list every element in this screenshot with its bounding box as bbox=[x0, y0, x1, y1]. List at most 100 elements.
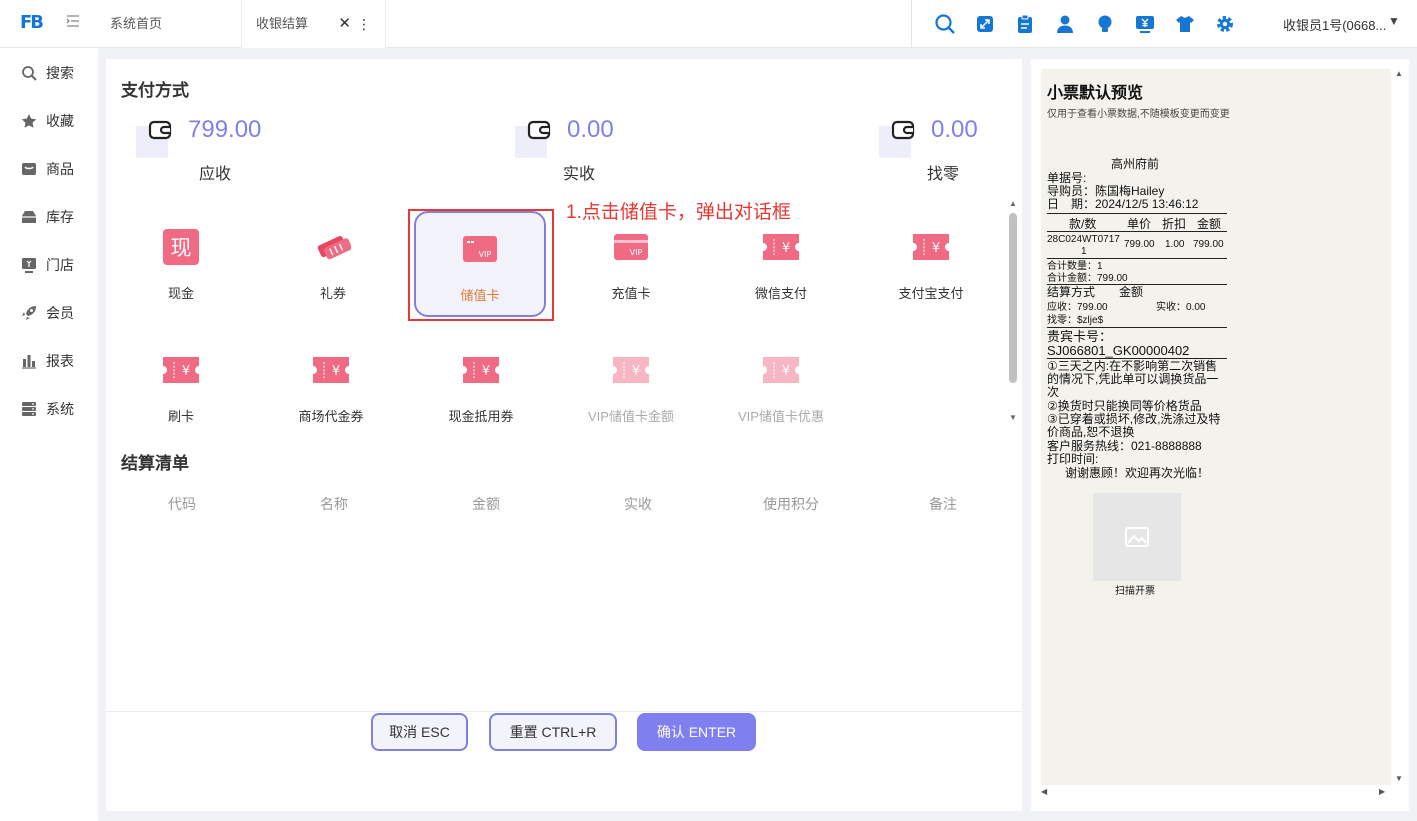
receipt-item-qty: 1 bbox=[1081, 246, 1087, 257]
confirm-button[interactable]: 确认 ENTER bbox=[637, 713, 756, 751]
pay-method-alipay[interactable]: ¥ 支付宝支付 bbox=[865, 211, 997, 317]
annotation-highlight-box bbox=[408, 209, 554, 321]
pay-method-recharge-card[interactable]: VIP 充值卡 bbox=[565, 211, 697, 317]
sidebar-item-goods[interactable]: 商品 bbox=[0, 149, 98, 189]
bulb-icon[interactable] bbox=[1085, 10, 1125, 38]
footer-divider bbox=[106, 711, 1022, 712]
gear-icon[interactable] bbox=[1205, 10, 1245, 38]
receipt-change: 找零：$zlje$ bbox=[1047, 315, 1104, 326]
sidebar-item-favorites[interactable]: 收藏 bbox=[0, 101, 98, 141]
sidebar-item-report[interactable]: 报表 bbox=[0, 341, 98, 381]
coupon-yen-icon: ¥ bbox=[463, 352, 499, 388]
recharge-card-icon-text: VIP bbox=[630, 248, 643, 257]
sidebar-item-search[interactable]: 搜索 bbox=[0, 53, 98, 93]
receipt-date: 日 期：2024/12/5 13:46:12 bbox=[1047, 197, 1199, 211]
sidebar-item-member[interactable]: 会员 bbox=[0, 293, 98, 333]
pay-method-vip-stored-discount[interactable]: ¥ VIP储值卡优惠 bbox=[715, 334, 847, 440]
scroll-left-arrow-icon[interactable]: ◀ bbox=[1041, 787, 1047, 796]
settlement-section-title: 结算清单 bbox=[121, 454, 189, 473]
received-value: 0.00 bbox=[567, 116, 614, 143]
sidebar-item-label: 报表 bbox=[46, 353, 74, 369]
reset-button[interactable]: 重置 CTRL+R bbox=[489, 713, 617, 751]
coupon-yen-icon: ¥ bbox=[763, 352, 799, 388]
pay-method-label: 现金抵用券 bbox=[448, 409, 514, 424]
app-logo[interactable]: FB bbox=[20, 12, 44, 34]
pay-method-mall-voucher[interactable]: ¥ 商场代金券 bbox=[265, 334, 397, 440]
sidebar-item-label: 商品 bbox=[46, 161, 74, 177]
receipt-pay-header: 结算方式 金额 bbox=[1047, 285, 1144, 299]
scroll-up-arrow-icon[interactable]: ▲ bbox=[1395, 69, 1403, 78]
receipt-received: 实收：0.00 bbox=[1156, 302, 1206, 313]
cash-icon-text: 现 bbox=[171, 236, 192, 260]
receipt-subtitle: 仅用于查看小票数据,不随模板变更而变更 bbox=[1047, 109, 1230, 120]
wallet-icon bbox=[891, 118, 915, 142]
receivable-label: 应收 bbox=[198, 166, 231, 183]
pay-method-cash[interactable]: 现 现金 bbox=[115, 211, 247, 317]
sidebar-item-store[interactable]: 门店 bbox=[0, 245, 98, 285]
checkout-panel: 支付方式 799.00 应收 0.00 实收 0.00 找零 现 现金 礼券 V… bbox=[106, 59, 1022, 811]
sidebar-item-label: 会员 bbox=[46, 305, 74, 321]
inventory-icon bbox=[20, 208, 38, 226]
top-bar: FB 系统首页 收银结算 ✕ ⋮ 收银员1号(0668... ▼ bbox=[0, 0, 1417, 48]
receipt-vip-no: SJ066801_GK00000402 bbox=[1047, 343, 1190, 358]
coupon-yen-text: ¥ bbox=[182, 364, 190, 379]
receipt-receivable: 应收：799.00 bbox=[1047, 302, 1108, 313]
scroll-up-arrow-icon[interactable]: ▲ bbox=[1009, 199, 1017, 208]
sidebar-item-inventory[interactable]: 库存 bbox=[0, 197, 98, 237]
rocket-icon bbox=[20, 304, 38, 322]
receipt-vip-label: 贵宾卡号： bbox=[1047, 329, 1113, 344]
collapse-menu-icon[interactable] bbox=[66, 14, 82, 32]
receipt-vertical-scrollbar[interactable]: ▲ ▼ bbox=[1393, 69, 1405, 785]
pay-method-vip-stored-amount[interactable]: ¥ VIP储值卡金额 bbox=[565, 334, 697, 440]
image-icon bbox=[1125, 527, 1149, 547]
pay-method-label: 现金 bbox=[167, 286, 194, 301]
receipt-col-price: 单价 bbox=[1127, 217, 1152, 231]
tab-home[interactable]: 系统首页 bbox=[110, 0, 162, 48]
coupon-yen-icon: ¥ bbox=[913, 229, 949, 265]
coupon-yen-icon: ¥ bbox=[613, 352, 649, 388]
pay-method-gift-voucher[interactable]: 礼券 bbox=[267, 211, 399, 317]
receipt-print-time: 打印时间: bbox=[1047, 452, 1099, 466]
sidebar-item-label: 门店 bbox=[46, 257, 74, 273]
sidebar-item-system[interactable]: 系统 bbox=[0, 389, 98, 429]
chevron-down-icon[interactable]: ▼ bbox=[1388, 14, 1400, 28]
receipt-col-item: 款/数 bbox=[1069, 217, 1097, 231]
receipt-policy-1: ①三天之内:在不影响第二次销售的情况下,凭此单可以调换货品一次 bbox=[1047, 359, 1219, 399]
cancel-button[interactable]: 取消 ESC bbox=[371, 713, 468, 751]
coupon-yen-icon: ¥ bbox=[313, 352, 349, 388]
receipt-horizontal-scrollbar[interactable]: ◀ ▶ bbox=[1041, 787, 1391, 799]
user-icon[interactable] bbox=[1045, 10, 1085, 38]
coupon-yen-text: ¥ bbox=[932, 241, 940, 256]
payment-scrollbar[interactable]: ▲ ▼ bbox=[1006, 195, 1020, 425]
ticket-icon bbox=[315, 229, 351, 265]
receipt-item-discount: 1.00 bbox=[1165, 239, 1185, 250]
current-user[interactable]: 收银员1号(0668... bbox=[1283, 15, 1386, 34]
coupon-yen-text: ¥ bbox=[632, 364, 640, 379]
receipt-divider bbox=[1047, 231, 1227, 232]
scroll-down-arrow-icon[interactable]: ▼ bbox=[1395, 774, 1403, 783]
amount-received: 0.00 实收 bbox=[515, 114, 695, 184]
pay-method-label: 支付宝支付 bbox=[898, 286, 964, 301]
fullscreen-icon[interactable] bbox=[965, 10, 1005, 38]
pay-method-swipe-card[interactable]: ¥ 刷卡 bbox=[115, 334, 247, 440]
column-header-points: 使用积分 bbox=[763, 496, 819, 512]
scroll-right-arrow-icon[interactable]: ▶ bbox=[1379, 787, 1385, 796]
clipboard-icon[interactable] bbox=[1005, 10, 1045, 38]
coupon-yen-icon: ¥ bbox=[763, 229, 799, 265]
tab-checkout[interactable]: 收银结算 ✕ ⋮ bbox=[241, 0, 386, 48]
cashier-icon[interactable] bbox=[1125, 10, 1165, 38]
scrollbar-thumb[interactable] bbox=[1009, 213, 1017, 383]
more-icon[interactable]: ⋮ bbox=[357, 0, 371, 48]
scroll-down-arrow-icon[interactable]: ▼ bbox=[1009, 413, 1017, 422]
coupon-yen-text: ¥ bbox=[782, 364, 790, 379]
pay-method-wechat[interactable]: ¥ 微信支付 bbox=[715, 211, 847, 317]
wallet-icon bbox=[527, 118, 551, 142]
shirt-icon[interactable] bbox=[1165, 10, 1205, 38]
header-divider bbox=[911, 0, 912, 48]
sidebar: 搜索 收藏 商品 库存 门店 会员 报表 系统 bbox=[0, 48, 98, 821]
pay-method-label: 充值卡 bbox=[611, 286, 651, 301]
close-tab-icon[interactable]: ✕ bbox=[338, 0, 351, 48]
pay-method-cash-voucher[interactable]: ¥ 现金抵用券 bbox=[415, 334, 547, 440]
search-icon[interactable] bbox=[925, 10, 965, 38]
tab-checkout-label: 收银结算 bbox=[256, 16, 309, 31]
